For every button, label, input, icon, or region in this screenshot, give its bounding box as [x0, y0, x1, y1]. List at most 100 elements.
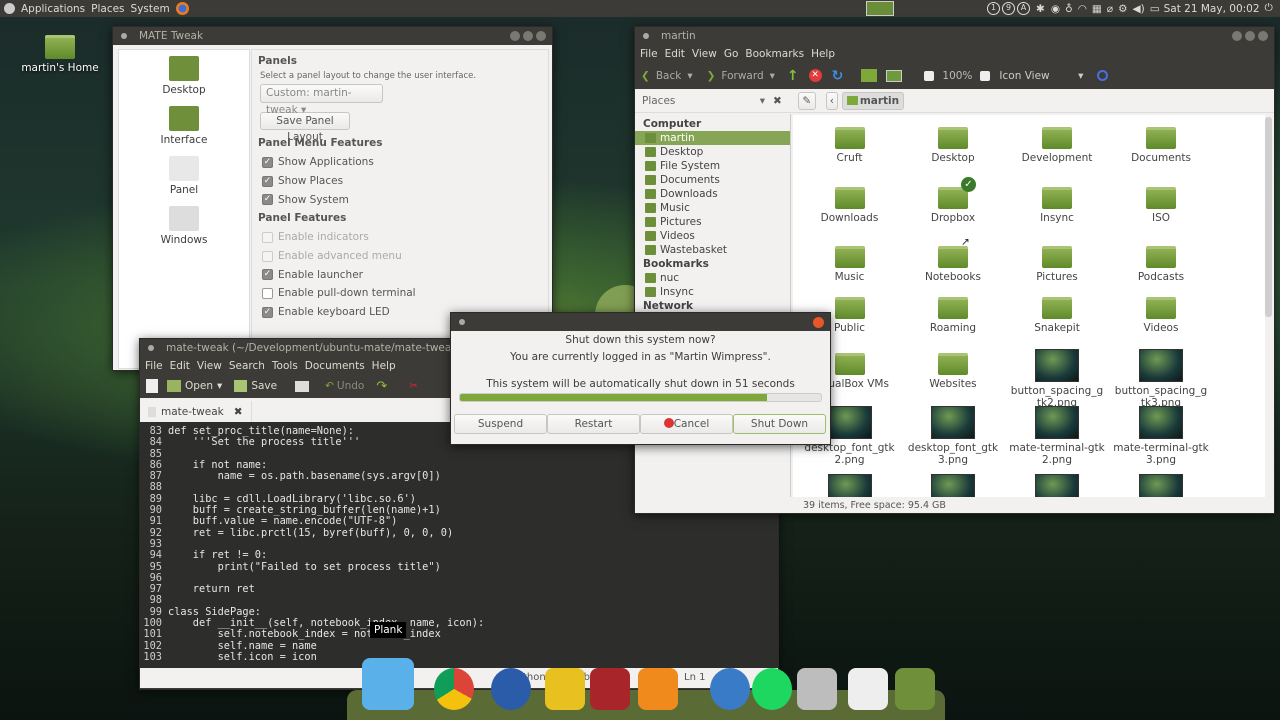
power-icon[interactable]: ⏻ [1265, 2, 1273, 15]
new-file-icon[interactable] [146, 379, 158, 393]
battery-icon[interactable]: ▭ [1150, 3, 1160, 15]
menu-file[interactable]: File [145, 360, 163, 372]
open-button[interactable]: Open ▾ [167, 380, 222, 392]
unchecked-icon[interactable] [262, 250, 273, 262]
file-item[interactable]: Snakepit [1005, 293, 1109, 349]
file-item[interactable]: Documents [1109, 123, 1213, 183]
checkbox-show-applications[interactable]: ✓ Show Applications [252, 153, 548, 172]
file-item[interactable]: Downloads [798, 183, 901, 242]
forward-button[interactable]: ❯ Forward ▾ [707, 70, 775, 82]
file-item[interactable]: mate-terminal-gtk2.png [1005, 406, 1109, 474]
wifi-icon[interactable]: ◠ [1078, 3, 1087, 15]
checked-icon[interactable]: ✓ [262, 194, 273, 206]
tweak-sidebar-item-panel[interactable]: Panel [119, 150, 249, 200]
sidebar-item-videos[interactable]: Videos [635, 229, 790, 243]
file-item[interactable]: Desktop [901, 123, 1005, 183]
file-item[interactable]: ISO [1109, 183, 1213, 242]
sidebar-item-insync[interactable]: Insync [635, 285, 790, 299]
dock-chrome-icon[interactable] [434, 668, 474, 710]
computer-icon[interactable] [886, 69, 903, 82]
menu-go[interactable]: Go [724, 48, 739, 60]
close-sidebar-icon[interactable]: ✖ [773, 95, 782, 107]
menu-help[interactable]: Help [372, 360, 396, 372]
edit-location-button[interactable]: ✎ [797, 91, 816, 110]
file-item[interactable]: mate-terminal-gtk3.png [1109, 406, 1213, 474]
menu-view[interactable]: View [197, 360, 222, 372]
indicator-1[interactable]: 1 [987, 2, 1000, 15]
menu-bookmarks[interactable]: Bookmarks [745, 48, 804, 60]
menu-edit[interactable]: Edit [170, 360, 190, 372]
suspend-button[interactable]: Suspend [454, 414, 547, 434]
sidebar-item-downloads[interactable]: Downloads [635, 187, 790, 201]
home-icon[interactable] [861, 69, 878, 82]
menu-search[interactable]: Search [229, 360, 265, 372]
cut-icon[interactable]: ✂ [409, 380, 418, 392]
sidebar-item-music[interactable]: Music [635, 201, 790, 215]
close-button[interactable] [536, 31, 546, 41]
dock-plank-icon[interactable] [362, 658, 414, 710]
places-select[interactable]: Places ▾ [635, 95, 765, 107]
checked-icon[interactable]: ✓ [262, 156, 273, 168]
sidebar-item-martin[interactable]: martin [635, 131, 790, 145]
window-menu-icon[interactable] [459, 319, 465, 325]
scrollbar[interactable] [1265, 117, 1272, 317]
sidebar-item-file-system[interactable]: File System [635, 159, 790, 173]
stop-icon[interactable]: ✕ [808, 69, 822, 82]
sidebar-item-documents[interactable]: Documents [635, 173, 790, 187]
menu-edit[interactable]: Edit [665, 48, 685, 60]
network-icon[interactable]: ▦ [1092, 3, 1102, 15]
indicator-9[interactable]: 9 [1002, 2, 1015, 15]
menu-file[interactable]: File [640, 48, 658, 60]
zoom-out-icon[interactable] [924, 70, 935, 81]
sidebar-item-nuc[interactable]: nuc [635, 271, 790, 285]
close-button[interactable] [813, 317, 824, 328]
zoom-in-icon[interactable] [980, 70, 991, 81]
sidebar-item-desktop[interactable]: Desktop [635, 145, 790, 159]
checkbox-enable-launcher[interactable]: ✓ Enable launcher [252, 265, 548, 284]
checked-icon[interactable]: ✓ [262, 269, 273, 281]
dock-thunderbird-icon[interactable] [491, 668, 531, 710]
file-item[interactable]: Cruft [798, 123, 901, 183]
file-item[interactable] [1109, 474, 1213, 497]
menu-places[interactable]: Places [91, 3, 124, 15]
menu-tools[interactable]: Tools [272, 360, 298, 372]
title-bar[interactable] [451, 313, 830, 331]
path-button-martin[interactable]: martin [841, 91, 905, 110]
paperclip-icon[interactable]: ⌀ [1107, 3, 1113, 15]
checked-icon[interactable]: ✓ [262, 175, 273, 187]
file-item[interactable]: Pictures [1005, 242, 1109, 293]
minimize-button[interactable] [510, 31, 520, 41]
file-item[interactable]: Roaming [901, 293, 1005, 349]
redo-icon[interactable]: ↷ [376, 379, 387, 394]
undo-button[interactable]: ↶ Undo [325, 380, 364, 392]
tweak-sidebar-item-interface[interactable]: Interface [119, 100, 249, 150]
up-icon[interactable]: ↑ [787, 68, 799, 84]
menu-help[interactable]: Help [811, 48, 835, 60]
desktop-home-icon[interactable]: martin's Home [20, 35, 100, 74]
path-left-button[interactable]: ‹ [825, 91, 838, 110]
print-icon[interactable] [295, 380, 310, 392]
tab-mate-tweak[interactable]: mate-tweak ✖ [140, 401, 252, 422]
file-item[interactable]: Development [1005, 123, 1109, 183]
close-button[interactable] [1258, 31, 1268, 41]
checkbox-show-system[interactable]: ✓ Show System [252, 190, 548, 209]
file-item[interactable] [1005, 474, 1109, 497]
minimize-button[interactable] [1232, 31, 1242, 41]
dock-teapot-icon[interactable] [545, 668, 585, 710]
maximize-button[interactable] [1245, 31, 1255, 41]
clock[interactable]: Sat 21 May, 00:02 [1164, 3, 1260, 15]
cancel-button[interactable]: Cancel [640, 414, 733, 434]
file-item[interactable] [798, 474, 901, 497]
settings-icon[interactable]: ⚙ [1118, 3, 1127, 15]
dock-spotify-icon[interactable] [752, 668, 792, 710]
sidebar-item-wastebasket[interactable]: Wastebasket [635, 243, 790, 257]
checked-icon[interactable]: ✓ [262, 306, 273, 318]
dock-hexchat-icon[interactable] [638, 668, 678, 710]
menu-applications[interactable]: Applications [21, 3, 85, 15]
back-button[interactable]: ❮ Back ▾ [641, 70, 693, 82]
mate-logo-icon[interactable] [4, 3, 15, 14]
dock-terminal-icon[interactable] [590, 668, 630, 710]
title-bar[interactable]: martin [635, 27, 1274, 45]
file-item[interactable]: Insync [1005, 183, 1109, 242]
checkbox-enable-advanced-menu[interactable]: Enable advanced menu [252, 247, 548, 266]
